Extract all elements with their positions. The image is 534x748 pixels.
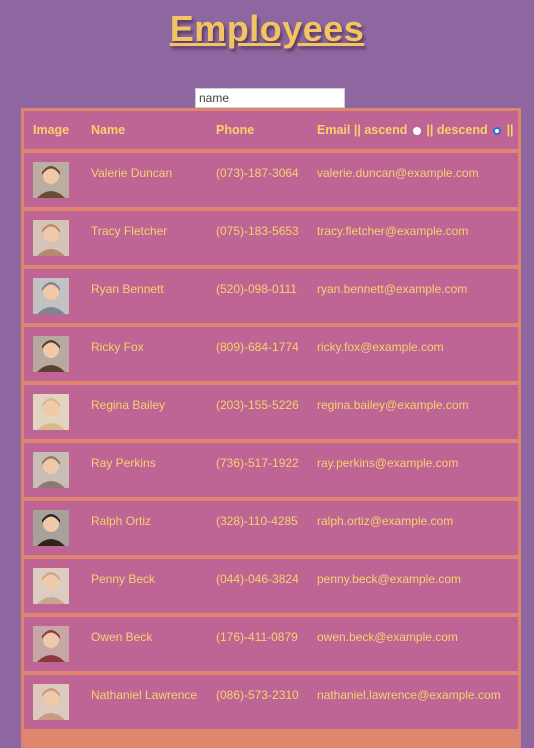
table-row: Penny Beck (044)-046-3824 penny.beck@examp…: [24, 559, 518, 613]
employee-phone: (044)-046-3824: [216, 572, 299, 586]
employee-email: regina.bailey@example.com: [317, 398, 469, 412]
avatar-cell: [24, 559, 91, 604]
avatar: [33, 394, 69, 430]
search-input[interactable]: [195, 88, 345, 108]
employee-email: nathaniel.lawrence@example.com: [317, 688, 501, 702]
avatar-cell: [24, 153, 91, 198]
employee-table: Image Name Phone Email || ascend || desc…: [21, 108, 521, 748]
avatar: [33, 162, 69, 198]
employee-email: ryan.bennett@example.com: [317, 282, 468, 296]
header-email-sort: Email || ascend || descend ||: [317, 123, 518, 137]
employee-email: owen.beck@example.com: [317, 630, 458, 644]
separator: ||: [426, 123, 434, 137]
avatar-cell: [24, 269, 91, 314]
employee-email: ray.perkins@example.com: [317, 456, 459, 470]
employee-name: Penny Beck: [91, 572, 156, 586]
employee-phone: (075)-183-5653: [216, 224, 299, 238]
table-row: Owen Beck (176)-411-0879 owen.beck@example…: [24, 617, 518, 671]
header-email: Email: [317, 123, 351, 137]
avatar: [33, 336, 69, 372]
employee-name: Valerie Duncan: [91, 166, 173, 180]
table-header-row: Image Name Phone Email || ascend || desc…: [24, 111, 518, 149]
avatar: [33, 626, 69, 662]
table-row: Tracy Fletcher (075)-183-5653 tracy.fletch…: [24, 211, 518, 265]
employee-name: Ray Perkins: [91, 456, 156, 470]
avatar: [33, 278, 69, 314]
header-image: Image: [33, 123, 70, 137]
avatar-cell: [24, 617, 91, 662]
header-phone: Phone: [216, 123, 255, 137]
employee-email: valerie.duncan@example.com: [317, 166, 479, 180]
employee-email: ricky.fox@example.com: [317, 340, 444, 354]
employee-email: penny.beck@example.com: [317, 572, 462, 586]
page-title: Employees: [169, 8, 365, 49]
employee-phone: (203)-155-5226: [216, 398, 299, 412]
descend-radio[interactable]: [493, 126, 502, 135]
employee-phone: (086)-573-2310: [216, 688, 299, 702]
table-row: Ryan Bennett (520)-098-0111 ryan.bennett@e…: [24, 269, 518, 323]
employee-phone: (520)-098-0111: [216, 282, 297, 296]
table-row: Valerie Duncan (073)-187-3064 valerie.dunc…: [24, 153, 518, 207]
employee-name: Owen Beck: [91, 630, 153, 644]
avatar-cell: [24, 501, 91, 546]
employee-email: tracy.fletcher@example.com: [317, 224, 469, 238]
employee-phone: (809)-684-1774: [216, 340, 299, 354]
table-row: Nathaniel Lawrence (086)-573-2310 nathanie…: [24, 675, 518, 729]
table-row: Regina Bailey (203)-155-5226 regina.bailey…: [24, 385, 518, 439]
separator: ||: [353, 123, 361, 137]
employee-name: Tracy Fletcher: [91, 224, 168, 238]
avatar: [33, 220, 69, 256]
avatar-cell: [24, 443, 91, 488]
descend-label: descend: [436, 123, 488, 137]
table-row: Ricky Fox (809)-684-1774 ricky.fox@example…: [24, 327, 518, 381]
header-name: Name: [91, 123, 126, 137]
employee-phone: (328)-110-4285: [216, 514, 298, 528]
ascend-radio[interactable]: [412, 126, 421, 135]
employee-phone: (736)-517-1922: [216, 456, 299, 470]
avatar-cell: [24, 675, 91, 720]
separator: ||: [506, 123, 514, 137]
employee-name: Regina Bailey: [91, 398, 166, 412]
employee-phone: (073)-187-3064: [216, 166, 299, 180]
employee-name: Ralph Ortiz: [91, 514, 152, 528]
avatar: [33, 684, 69, 720]
employee-email: ralph.ortiz@example.com: [317, 514, 454, 528]
employee-name: Ryan Bennett: [91, 282, 164, 296]
ascend-label: ascend: [364, 123, 408, 137]
avatar: [33, 510, 69, 546]
avatar: [33, 452, 69, 488]
avatar: [33, 568, 69, 604]
employee-name: Nathaniel Lawrence: [91, 688, 198, 702]
employee-phone: (176)-411-0879: [216, 630, 298, 644]
table-row: Ray Perkins (736)-517-1922 ray.perkins@exa…: [24, 443, 518, 497]
avatar-cell: [24, 211, 91, 256]
avatar-cell: [24, 385, 91, 430]
table-row: Ralph Ortiz (328)-110-4285 ralph.ortiz@exa…: [24, 501, 518, 555]
employee-name: Ricky Fox: [91, 340, 144, 354]
avatar-cell: [24, 327, 91, 372]
